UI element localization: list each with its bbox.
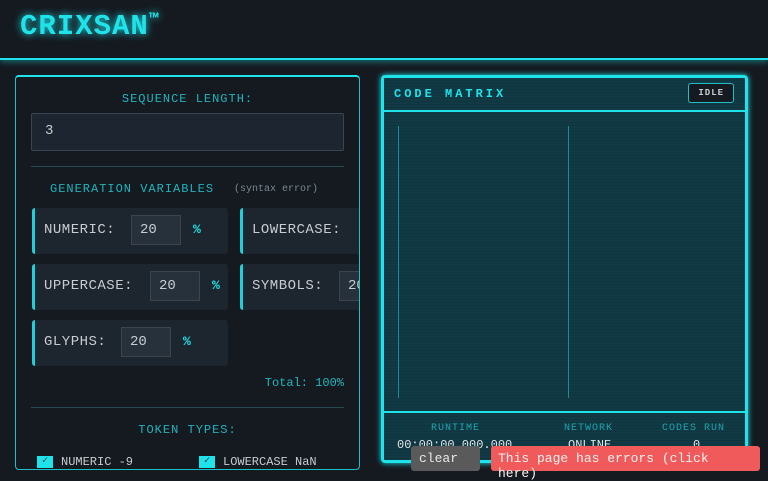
check-icon: ✓ (37, 456, 53, 468)
sequence-length-label: SEQUENCE LENGTH: (121, 92, 254, 106)
network-label: NETWORK (564, 423, 614, 434)
var-label: UPPERCASE: (44, 278, 134, 294)
check-icon: ✓ (199, 456, 215, 468)
lowercase-percent-input[interactable]: 20 (359, 215, 360, 245)
var-label: NUMERIC: (44, 222, 116, 238)
var-lowercase: LOWERCASE: 20 % (240, 208, 360, 254)
var-label: SYMBOLS: (252, 278, 324, 294)
header: CRIXSAN™ (0, 0, 768, 60)
status-badge: IDLE (688, 83, 734, 103)
total-percent: Total: 100% (264, 376, 344, 390)
var-label: GLYPHS: (44, 334, 107, 350)
numeric-percent-input[interactable]: 20 (131, 215, 181, 245)
divider (31, 407, 344, 408)
token-lowercase-checkbox[interactable]: ✓ LOWERCASE NaN (199, 455, 317, 469)
runtime-label: RUNTIME (431, 423, 481, 434)
percent-sign: % (212, 278, 220, 293)
trademark: ™ (148, 11, 160, 29)
matrix-header: CODE MATRIX IDLE (384, 78, 745, 112)
token-label: LOWERCASE NaN (223, 455, 317, 469)
var-numeric: NUMERIC: 20 % (32, 208, 228, 254)
matrix-title: CODE MATRIX (394, 87, 507, 101)
percent-sign: % (183, 334, 191, 349)
logo: CRIXSAN™ (20, 10, 159, 43)
matrix-column-line (398, 126, 399, 398)
settings-panel: SEQUENCE LENGTH: 3 GENERATION VARIABLES … (15, 75, 360, 470)
error-banner-button[interactable]: This page has errors (click here) (491, 446, 760, 481)
var-label: LOWERCASE: (252, 222, 342, 238)
matrix-column-line (568, 126, 569, 398)
syntax-error-note: (syntax error) (234, 184, 319, 195)
codes-run-label: CODES RUN (662, 423, 726, 434)
generation-variables-label: GENERATION VARIABLES (50, 182, 215, 196)
code-matrix-panel: CODE MATRIX IDLE RUNTIME 00:00:00.000.00… (381, 75, 748, 463)
uppercase-percent-input[interactable]: 20 (150, 271, 200, 301)
divider (31, 166, 344, 167)
logo-text: CRIXSAN (20, 10, 149, 43)
var-symbols: SYMBOLS: 20 % (240, 264, 359, 310)
percent-sign: % (193, 222, 201, 237)
var-uppercase: UPPERCASE: 20 % (32, 264, 228, 310)
clear-label: clear (419, 451, 459, 466)
glyphs-percent-input[interactable]: 20 (121, 327, 171, 357)
token-types-label: TOKEN TYPES: (138, 423, 237, 437)
var-glyphs: GLYPHS: 20 % (32, 320, 228, 366)
token-label: NUMERIC -9 (61, 455, 134, 469)
sequence-length-input[interactable]: 3 (31, 113, 344, 151)
symbols-percent-input[interactable]: 20 (339, 271, 359, 301)
clear-button[interactable]: clear (411, 446, 480, 471)
token-numeric-checkbox[interactable]: ✓ NUMERIC -9 (37, 455, 133, 469)
